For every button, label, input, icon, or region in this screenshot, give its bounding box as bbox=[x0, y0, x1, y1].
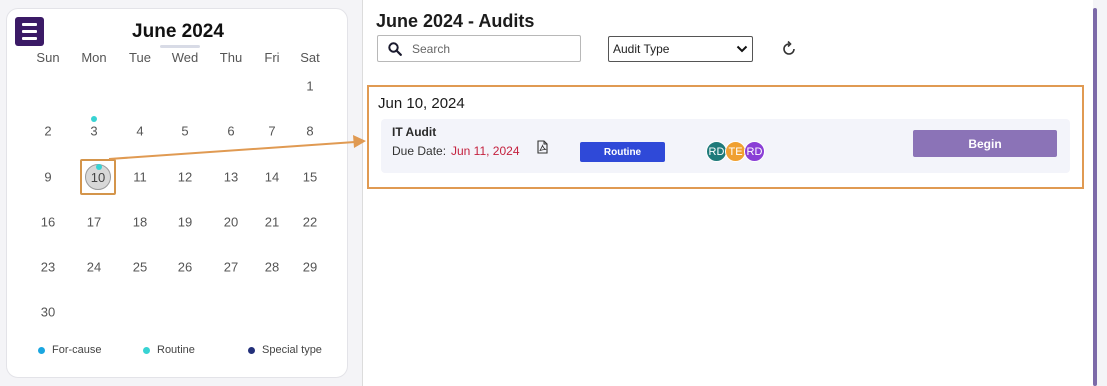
calendar-day[interactable]: 3 bbox=[90, 124, 97, 139]
calendar-day[interactable]: 14 bbox=[265, 170, 279, 185]
avatar[interactable]: RD bbox=[706, 141, 727, 162]
weekday-label: Sun bbox=[36, 50, 60, 65]
scrollbar[interactable] bbox=[1093, 8, 1097, 386]
calendar-day[interactable]: 13 bbox=[224, 170, 238, 185]
calendar-panel: June 2024 Sun Mon Tue Wed Thu Fri Sat 12345678… bbox=[6, 8, 348, 378]
calendar-day[interactable]: 6 bbox=[227, 124, 234, 139]
weekday-label: Tue bbox=[129, 50, 151, 65]
audit-type-selected: Audit Type bbox=[613, 42, 670, 56]
calendar-day[interactable]: 17 bbox=[87, 215, 101, 230]
calendar-day[interactable]: 30 bbox=[41, 305, 55, 320]
calendar-day[interactable]: 15 bbox=[303, 170, 317, 185]
page-title: June 2024 - Audits bbox=[376, 11, 535, 31]
calendar-day[interactable]: 24 bbox=[87, 260, 101, 275]
legend-label: Special type bbox=[262, 344, 322, 356]
for-cause-dot bbox=[38, 346, 45, 354]
audit-name: IT Audit bbox=[392, 125, 437, 139]
routine-indicator-dot bbox=[91, 116, 97, 122]
date-group: Jun 10, 2024 IT Audit Due Date: Jun 11, … bbox=[367, 85, 1084, 189]
weekday-label: Wed bbox=[171, 50, 199, 65]
calendar-day[interactable]: 8 bbox=[306, 124, 313, 139]
legend-routine: Routine bbox=[143, 344, 195, 356]
routine-dot bbox=[143, 346, 150, 354]
audit-type-select[interactable]: Audit Type bbox=[608, 36, 753, 62]
title-underline bbox=[160, 45, 200, 48]
weekday-label: Thu bbox=[219, 50, 243, 65]
audit-card: IT Audit Due Date: Jun 11, 2024 Routine … bbox=[381, 119, 1070, 173]
begin-button[interactable]: Begin bbox=[913, 130, 1057, 157]
legend-for-cause: For-cause bbox=[38, 344, 102, 356]
search-input[interactable] bbox=[412, 41, 562, 56]
calendar-day[interactable]: 25 bbox=[133, 260, 147, 275]
special-type-dot bbox=[248, 346, 255, 354]
legend-special-type: Special type bbox=[248, 344, 322, 356]
calendar-day[interactable]: 21 bbox=[265, 215, 279, 230]
calendar-day[interactable]: 2 bbox=[44, 124, 51, 139]
pdf-file-icon[interactable] bbox=[536, 140, 549, 154]
calendar-month-title: June 2024 bbox=[132, 21, 224, 42]
selected-day[interactable]: 10 bbox=[80, 159, 116, 195]
calendar-day[interactable]: 16 bbox=[41, 215, 55, 230]
calendar-day[interactable]: 11 bbox=[133, 170, 147, 185]
calendar-day[interactable]: 20 bbox=[224, 215, 238, 230]
app-root: June 2024 Sun Mon Tue Wed Thu Fri Sat 12345678… bbox=[0, 0, 1107, 386]
weekday-label: Sat bbox=[300, 50, 320, 65]
selected-day-number: 10 bbox=[85, 164, 111, 190]
calendar-day[interactable]: 9 bbox=[44, 170, 51, 185]
calendar-day[interactable]: 18 bbox=[133, 215, 147, 230]
group-date: Jun 10, 2024 bbox=[378, 95, 465, 112]
refresh-icon[interactable] bbox=[780, 40, 798, 58]
audits-panel: June 2024 - Audits Audit Type Jun 10, 20… bbox=[363, 0, 1093, 386]
calendar-day[interactable]: 7 bbox=[268, 124, 275, 139]
avatar[interactable]: TE bbox=[725, 141, 746, 162]
avatar[interactable]: RD bbox=[744, 141, 765, 162]
calendar-day[interactable]: 1 bbox=[306, 79, 313, 94]
calendar-day[interactable]: 5 bbox=[181, 124, 188, 139]
calendar-day[interactable]: 29 bbox=[303, 260, 317, 275]
due-date-label: Due Date: bbox=[392, 144, 447, 158]
calendar-day[interactable]: 4 bbox=[136, 124, 143, 139]
chevron-down-icon bbox=[736, 45, 748, 53]
calendar-day[interactable]: 22 bbox=[303, 215, 317, 230]
search-box[interactable] bbox=[377, 35, 581, 62]
weekday-label: Fri bbox=[264, 50, 280, 65]
search-icon bbox=[388, 41, 402, 56]
calendar-day[interactable]: 28 bbox=[265, 260, 279, 275]
calendar-day[interactable]: 23 bbox=[41, 260, 55, 275]
day-number: 10 bbox=[90, 169, 106, 185]
calendar-day[interactable]: 19 bbox=[178, 215, 192, 230]
calendar-day[interactable]: 27 bbox=[224, 260, 238, 275]
calendar-day[interactable]: 26 bbox=[178, 260, 192, 275]
weekday-label: Mon bbox=[81, 50, 107, 65]
due-date-value: Jun 11, 2024 bbox=[451, 144, 520, 158]
routine-indicator-dot bbox=[96, 164, 102, 170]
legend-label: For-cause bbox=[52, 344, 102, 356]
audit-type-badge: Routine bbox=[580, 142, 665, 162]
legend-label: Routine bbox=[157, 344, 195, 356]
calendar-day[interactable]: 12 bbox=[178, 170, 192, 185]
